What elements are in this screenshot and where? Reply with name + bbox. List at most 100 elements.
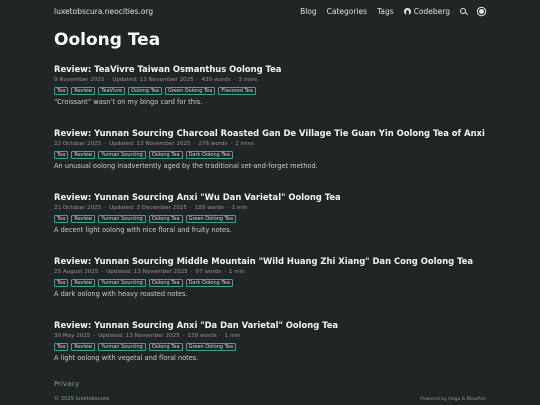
- meta-separator: ·: [101, 269, 104, 275]
- post-read-time: 1 min: [224, 333, 241, 339]
- tag-badge[interactable]: Flavored Tea: [218, 87, 256, 95]
- tag-badge[interactable]: Oolong Tea: [148, 343, 183, 351]
- meta-separator: ·: [196, 77, 199, 83]
- nav-categories[interactable]: Categories: [327, 7, 367, 16]
- meta-separator: ·: [190, 269, 193, 275]
- tag-list: Tea Review Yunnan Sourcing Oolong Tea Dark O…: [54, 151, 486, 159]
- meta-separator: ·: [226, 205, 229, 211]
- post-list: Review: TeaVivre Taiwan Osmanthus Oolong…: [54, 64, 486, 384]
- tag-list: Tea Review Yunnan Sourcing Oolong Tea Green …: [54, 215, 486, 223]
- tag-badge[interactable]: Oolong Tea: [148, 279, 183, 287]
- tag-badge[interactable]: Oolong Tea: [148, 215, 183, 223]
- nav-codeberg-label: Codeberg: [413, 6, 450, 16]
- nav-tags[interactable]: Tags: [377, 7, 394, 16]
- post-summary: A light oolong with vegetal and floral n…: [54, 354, 199, 362]
- footer-bottom: © 2025 luxetobscura Powered by Hugo & Bl…: [54, 396, 486, 402]
- meta-separator: ·: [107, 77, 110, 83]
- post-date: 30 May 2025: [54, 333, 91, 339]
- nav-blog[interactable]: Blog: [300, 7, 317, 16]
- post-words: 139 words: [187, 333, 217, 339]
- tag-badge[interactable]: Tea: [54, 279, 69, 287]
- tag-badge[interactable]: Review: [71, 151, 96, 159]
- meta-separator: ·: [193, 141, 196, 147]
- post-updated: Updated: 3 December 2025: [109, 205, 187, 211]
- tag-list: Tea Review Yunnan Sourcing Oolong Tea Dark O…: [54, 279, 486, 287]
- post-item: Review: Yunnan Sourcing Anxi "Da Dan Var…: [54, 320, 486, 384]
- post-updated: Updated: 13 November 2025: [106, 269, 188, 275]
- tag-badge[interactable]: Yunnan Sourcing: [98, 151, 146, 159]
- page-title: Oolong Tea: [54, 30, 161, 50]
- tag-badge[interactable]: Tea: [54, 87, 69, 95]
- post-meta: 21 October 2025 · Updated: 3 December 2025…: [54, 204, 486, 212]
- post-words: 276 words: [198, 141, 228, 147]
- post-updated: Updated: 13 November 2025: [109, 141, 191, 147]
- tag-badge[interactable]: Tea: [54, 343, 69, 351]
- post-title-link[interactable]: Review: Yunnan Sourcing Anxi "Da Dan Var…: [54, 320, 486, 331]
- post-words: 97 words: [195, 269, 222, 275]
- theme-toggle-icon[interactable]: [479, 8, 484, 14]
- codeberg-icon: [403, 7, 411, 15]
- post-updated: Updated: 13 November 2025: [98, 333, 180, 339]
- post-read-time: 1 min: [228, 269, 245, 275]
- meta-separator: ·: [219, 333, 222, 339]
- post-summary: An unusual oolong inadvertently aged by …: [54, 162, 318, 170]
- tag-badge[interactable]: Green Oolong Tea: [185, 215, 237, 223]
- tag-badge[interactable]: Review: [71, 87, 96, 95]
- main-content: Oolong Tea Review: TeaVivre Taiwan Osman…: [0, 29, 540, 384]
- post-date: 22 October 2025: [54, 141, 102, 147]
- tag-badge[interactable]: Dark Oolong Tea: [185, 279, 233, 287]
- post-meta: 30 May 2025 · Updated: 13 November 2025 · 13…: [54, 332, 486, 340]
- nav-codeberg[interactable]: Codeberg: [403, 6, 450, 16]
- tag-badge[interactable]: Tea: [54, 215, 69, 223]
- meta-separator: ·: [104, 141, 107, 147]
- tag-badge[interactable]: Dark Oolong Tea: [185, 151, 233, 159]
- post-meta: 22 October 2025 · Updated: 13 November 202…: [54, 140, 486, 148]
- post-title-link[interactable]: Review: Yunnan Sourcing Middle Mountain …: [54, 256, 486, 267]
- post-summary: A decent light oolong with nice floral a…: [54, 226, 232, 234]
- tag-badge[interactable]: Review: [71, 279, 96, 287]
- post-title-link[interactable]: Review: TeaVivre Taiwan Osmanthus Oolong…: [54, 64, 486, 75]
- post-read-time: 3 mins: [238, 77, 258, 83]
- post-date: 21 October 2025: [54, 205, 102, 211]
- powered-by-text[interactable]: Powered by Hugo & Blowfish: [420, 397, 486, 402]
- meta-separator: ·: [182, 333, 185, 339]
- site-name-link[interactable]: luxetobscura.neocities.org: [54, 7, 300, 16]
- tag-badge[interactable]: Yunnan Sourcing: [98, 343, 146, 351]
- tag-list: Tea Review Yunnan Sourcing Oolong Tea Green …: [54, 343, 486, 351]
- tag-badge[interactable]: Review: [71, 215, 96, 223]
- post-read-time: 2 mins: [235, 141, 255, 147]
- meta-separator: ·: [93, 333, 96, 339]
- search-icon[interactable]: [460, 7, 467, 15]
- post-item: Review: Yunnan Sourcing Middle Mountain …: [54, 256, 486, 320]
- main-nav: Blog Categories Tags Codeberg: [300, 7, 486, 16]
- post-words: 430 words: [201, 77, 231, 83]
- post-title-link[interactable]: Review: Yunnan Sourcing Charcoal Roasted…: [54, 128, 486, 139]
- meta-separator: ·: [230, 141, 233, 147]
- meta-separator: ·: [224, 269, 226, 275]
- meta-separator: ·: [233, 77, 236, 83]
- post-summary: A dark oolong with heavy roasted notes.: [54, 290, 188, 298]
- post-title-link[interactable]: Review: Yunnan Sourcing Anxi "Wu Dan Var…: [54, 192, 486, 203]
- tag-badge[interactable]: Oolong Tea: [128, 87, 162, 95]
- post-item: Review: Yunnan Sourcing Charcoal Roasted…: [54, 128, 486, 192]
- post-item: Review: Yunnan Sourcing Anxi "Wu Dan Var…: [54, 192, 486, 256]
- privacy-link[interactable]: Privacy: [54, 380, 486, 388]
- footer: Privacy © 2025 luxetobscura Powered by H…: [54, 380, 486, 402]
- tag-badge[interactable]: TeaVivre: [98, 87, 126, 95]
- tag-list: Tea Review TeaVivre Oolong Tea Green Oolong …: [54, 87, 486, 95]
- tag-badge[interactable]: Review: [71, 343, 96, 351]
- top-bar: luxetobscura.neocities.org Blog Categori…: [0, 0, 540, 22]
- tag-badge[interactable]: Yunnan Sourcing: [98, 215, 146, 223]
- post-read-time: 1 min: [231, 205, 248, 211]
- copyright-text: © 2025 luxetobscura: [54, 396, 110, 402]
- tag-badge[interactable]: Yunnan Sourcing: [98, 279, 146, 287]
- tag-badge[interactable]: Green Oolong Tea: [185, 343, 237, 351]
- post-date: 9 November 2025: [54, 77, 105, 83]
- tag-badge[interactable]: Oolong Tea: [148, 151, 183, 159]
- post-date: 25 August 2025: [54, 269, 99, 275]
- meta-separator: ·: [189, 205, 192, 211]
- post-meta: 25 August 2025 · Updated: 13 November 2025…: [54, 268, 486, 276]
- post-summary: “Croissant” wasn’t on my bingo card for …: [54, 98, 203, 106]
- tag-badge[interactable]: Tea: [54, 151, 69, 159]
- tag-badge[interactable]: Green Oolong Tea: [164, 87, 216, 95]
